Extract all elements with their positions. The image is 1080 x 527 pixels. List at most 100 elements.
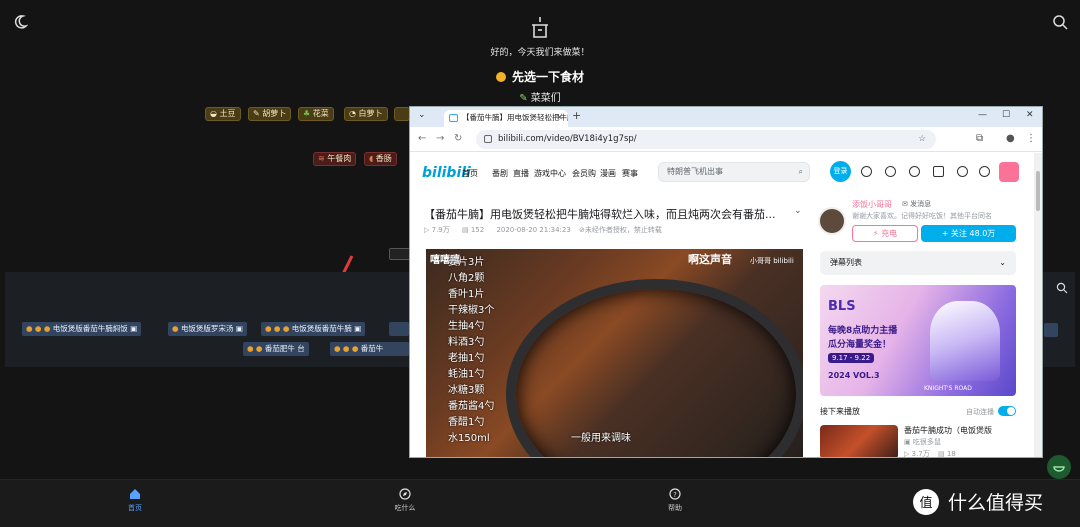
nav-manga[interactable]: 漫画: [600, 168, 616, 179]
next-play-label: 接下来播放: [820, 407, 860, 416]
browser-window: ⌄ 【番茄牛腩】用电饭煲轻松把牛腩 ✕ + — ☐ ✕ ← → ↻ bilibil…: [409, 106, 1043, 458]
section-heading: 先选一下食材: [0, 68, 1080, 85]
chip-radish[interactable]: ◔ 白萝卜: [344, 107, 388, 121]
login-button[interactable]: 登录: [830, 161, 851, 182]
autoplay-toggle[interactable]: [998, 406, 1016, 416]
avatar[interactable]: [818, 207, 846, 235]
recommended-thumbnail[interactable]: [820, 425, 898, 457]
recipe-tag[interactable]: ● ● ● 番茄牛: [330, 342, 409, 356]
uploader-description: 谢谢大家喜欢。记得好好吃饭！其他平台同名: [852, 212, 992, 220]
home-icon: [130, 489, 140, 499]
recipe-tag[interactable]: ● ● ● 电饭煲版番茄牛腩焖饭 ▣: [22, 322, 142, 336]
nav-what-to-eat-tab[interactable]: 吃什么: [375, 488, 435, 513]
pot-icon: ▣: [354, 324, 362, 333]
profile-icon[interactable]: ●: [1006, 133, 1015, 144]
menu-icon[interactable]: ⋮: [1026, 133, 1036, 144]
small-button[interactable]: [389, 248, 411, 260]
pencil-icon: ✎: [519, 93, 531, 104]
send-message-link[interactable]: ✉ 发消息: [902, 199, 931, 209]
dynamic-icon[interactable]: [909, 166, 920, 177]
expand-chevron-icon[interactable]: ⌄: [794, 206, 802, 216]
svg-text:什么值得买: 什么值得买: [948, 492, 1043, 514]
new-tab-icon[interactable]: +: [572, 109, 581, 122]
watermark: 值 什么值得买: [908, 482, 1076, 522]
browser-tab[interactable]: 【番茄牛腩】用电饭煲轻松把牛腩 ✕: [444, 110, 568, 127]
video-player[interactable]: 嘻嘻嘻 啊这声音 小哥哥 bilibili 姜片3片 八角2颗 香叶1片 干辣椒…: [426, 249, 803, 457]
minimize-icon[interactable]: —: [978, 110, 987, 120]
broccoli-icon: ♣: [303, 109, 313, 118]
up-icon: ▣: [904, 438, 913, 446]
danmaku-icon: ▤: [937, 450, 947, 458]
favorites-icon[interactable]: [933, 166, 944, 177]
site-settings-icon[interactable]: [484, 135, 492, 143]
potato-icon: ◒: [210, 109, 220, 118]
svg-text:值: 值: [919, 495, 932, 511]
url-bar[interactable]: bilibili.com/video/BV18i4y1g7sp/☆: [476, 130, 936, 149]
chip-carrot[interactable]: ✎ 胡萝卜: [248, 107, 292, 121]
moon-icon[interactable]: [12, 14, 28, 30]
ad-banner[interactable]: BLS 每晚8点助力主播 瓜分海量奖金！ 9.17 - 9.22 2024 VO…: [820, 285, 1016, 396]
chip-broccoli[interactable]: ♣ 花菜: [298, 107, 334, 121]
nav-home-tab[interactable]: 首页: [105, 488, 165, 513]
play-count-icon: ▷: [424, 226, 432, 234]
video-title: 【番茄牛腩】用电饭煲轻松把牛腩炖得软烂入味，而且炖两次会有番茄...: [424, 208, 776, 221]
ingredient-icons: ● ● ●: [334, 344, 361, 353]
nav-home[interactable]: 首页: [462, 168, 478, 179]
back-icon[interactable]: ←: [418, 133, 426, 144]
chip-potato[interactable]: ◒ 土豆: [205, 107, 241, 121]
chip-sausage[interactable]: ◖ 香肠: [364, 152, 397, 166]
page-subtitle: 好的，今天我们来做菜！: [490, 48, 590, 58]
recipe-tag[interactable]: [1044, 323, 1058, 337]
chip-more[interactable]: [394, 107, 410, 121]
recipe-tag[interactable]: ● ● ● 电饭煲版番茄牛腩 ▣: [261, 322, 366, 336]
close-window-icon[interactable]: ✕: [1026, 110, 1034, 120]
message-icon[interactable]: [885, 166, 896, 177]
scrollbar-thumb[interactable]: [1036, 171, 1040, 211]
maximize-icon[interactable]: ☐: [1002, 110, 1010, 120]
extensions-icon[interactable]: ⧉: [976, 133, 983, 144]
video-meta: ▷ 7.9万 ▤ 152 2020-08-20 21:34:23 ⊘未经作者授权…: [424, 226, 662, 234]
nav-esports[interactable]: 赛事: [622, 168, 638, 179]
chip-luncheon-meat[interactable]: ≋ 午餐肉: [313, 152, 357, 166]
ingredient-icons: ● ● ●: [26, 324, 53, 333]
bookmark-star-icon[interactable]: ☆: [918, 130, 926, 149]
recipe-tag[interactable]: ● ● 番茄肥牛 台: [243, 342, 309, 356]
bowl-icon: [1053, 466, 1065, 472]
search-icon[interactable]: ⌕: [799, 163, 803, 181]
reload-icon[interactable]: ↻: [454, 133, 462, 144]
follow-button[interactable]: + 关注 48.0万: [921, 225, 1016, 242]
recipe-tag[interactable]: [389, 322, 409, 336]
play-count-icon: ▷: [904, 450, 912, 458]
uploader-name[interactable]: 添饭小哥哥: [852, 199, 892, 210]
svg-text:?: ?: [673, 491, 677, 499]
tab-list-icon[interactable]: ⌄: [418, 110, 426, 120]
nav-live[interactable]: 直播: [513, 168, 529, 179]
creator-icon[interactable]: [979, 166, 990, 177]
upload-button[interactable]: [999, 162, 1019, 182]
bilibili-search-input[interactable]: 特朗普飞机出事 ⌕: [658, 162, 810, 182]
recipe-tag[interactable]: ● 电饭煲版罗宋汤 ▣: [168, 322, 247, 336]
nav-help-tab[interactable]: ? 帮助: [645, 488, 705, 513]
ingredient-icons: ● ●: [247, 344, 265, 353]
search-icon[interactable]: [1052, 14, 1068, 30]
panel-search-icon[interactable]: [1056, 282, 1068, 294]
nav-game-center[interactable]: 游戏中心: [534, 168, 566, 179]
charge-button[interactable]: ⚡ 充电: [852, 225, 918, 242]
bilibili-header: bilibili 首页 番剧 直播 游戏中心 会员购 漫画 赛事 特朗普飞机出事…: [410, 153, 1042, 193]
forward-icon[interactable]: →: [436, 133, 444, 144]
recommended-uploader[interactable]: ▣ 吃很多鼠: [904, 437, 941, 447]
recommended-title[interactable]: 番茄牛腩成功（电饭煲版: [904, 425, 992, 436]
lightning-icon: ⚡: [872, 229, 882, 238]
danmaku-list-toggle[interactable]: 弹幕列表 ⌄: [820, 251, 1016, 275]
nav-anime[interactable]: 番剧: [492, 168, 508, 179]
history-icon[interactable]: [957, 166, 968, 177]
nav-vip-shop[interactable]: 会员购: [572, 168, 596, 179]
floating-action-button[interactable]: [1047, 455, 1071, 479]
compass-icon: [399, 488, 411, 500]
ingredient-icons: ● ● ●: [265, 324, 292, 333]
bacon-icon: ≋: [318, 154, 328, 163]
bilibili-icon: [449, 114, 458, 122]
carrot-icon: ✎: [253, 109, 263, 118]
close-tab-icon[interactable]: ✕: [556, 110, 563, 126]
vip-icon[interactable]: [861, 166, 872, 177]
